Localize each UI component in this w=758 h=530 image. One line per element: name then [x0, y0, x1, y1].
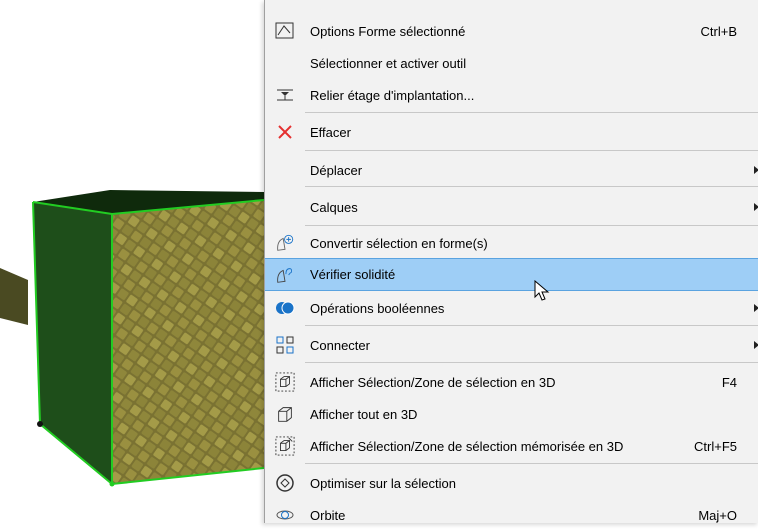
menu-item-convert-to-shape[interactable]: Convertir sélection en forme(s) — [265, 228, 758, 258]
menu-item-label: Afficher Sélection/Zone de sélection en … — [310, 374, 556, 390]
box-front-face — [112, 200, 264, 484]
orbit-icon — [275, 505, 295, 525]
menu-item-label: Déplacer — [310, 162, 363, 178]
menu-item-label: Relier étage d'implantation... — [310, 87, 475, 103]
check-solidity-icon — [275, 265, 295, 285]
link-story-icon — [275, 85, 295, 105]
boolean-operations-icon — [275, 298, 295, 318]
menu-item-label: Afficher tout en 3D — [310, 406, 418, 422]
menu-item-boolean-operations[interactable]: Opérations booléennes — [265, 293, 758, 323]
menu-item-check-solidity[interactable]: Vérifier solidité — [265, 258, 758, 291]
fit-to-selection-icon — [275, 473, 295, 493]
menu-item-label: Connecter — [310, 337, 370, 353]
menu-item-label: Opérations booléennes — [310, 300, 445, 316]
menu-item-shortcut: Ctrl+F5 — [694, 438, 737, 454]
menu-separator — [305, 362, 758, 363]
menu-separator — [305, 463, 758, 464]
menu-item-label: Options Forme sélectionné — [310, 23, 466, 39]
show-all-3d-icon — [275, 404, 295, 424]
menu-item-delete[interactable]: Effacer — [265, 117, 758, 147]
submenu-arrow-icon — [754, 341, 758, 349]
menu-item-label: Afficher Sélection/Zone de sélection mém… — [310, 438, 624, 454]
delete-x-icon — [275, 122, 295, 142]
menu-item-shortcut: F4 — [721, 374, 737, 390]
menu-separator — [305, 150, 758, 151]
menu-item-orbit[interactable]: Orbite Maj+O — [265, 500, 758, 530]
submenu-arrow-icon — [754, 166, 758, 174]
menu-item-label: Orbite — [310, 507, 346, 523]
box-left-face — [33, 202, 112, 484]
submenu-arrow-icon — [754, 304, 758, 312]
context-menu: Options Forme sélectionné Ctrl+B Sélecti… — [264, 0, 758, 523]
menu-item-shortcut: Ctrl+B — [700, 23, 737, 39]
menu-item-connect[interactable]: Connecter — [265, 330, 758, 360]
menu-item-label: Effacer — [310, 124, 351, 140]
menu-item-label: Convertir sélection en forme(s) — [310, 235, 488, 251]
menu-item-shortcut: Maj+O — [698, 507, 737, 523]
background-object — [0, 268, 28, 325]
menu-separator — [305, 186, 758, 187]
menu-item-fit-to-selection[interactable]: Optimiser sur la sélection — [265, 468, 758, 498]
menu-item-show-all-3d[interactable]: Afficher tout en 3D — [265, 399, 758, 429]
show-stored-selection-3d-icon — [275, 436, 295, 456]
menu-item-show-stored-selection-3d[interactable]: Afficher Sélection/Zone de sélection mém… — [265, 431, 758, 461]
convert-to-shape-icon — [275, 233, 295, 253]
menu-item-link-story[interactable]: Relier étage d'implantation... — [265, 80, 758, 110]
show-selection-3d-icon — [275, 372, 295, 392]
menu-separator — [305, 112, 758, 113]
menu-item-label: Vérifier solidité — [310, 267, 396, 282]
menu-item-label: Optimiser sur la sélection — [310, 475, 456, 491]
selection-hotspot[interactable] — [37, 421, 43, 427]
menu-item-select-activate-tool[interactable]: Sélectionner et activer outil — [265, 48, 758, 78]
selection-hotspot-2[interactable] — [109, 481, 115, 487]
menu-item-show-selection-3d[interactable]: Afficher Sélection/Zone de sélection en … — [265, 367, 758, 397]
connect-icon — [275, 335, 295, 355]
menu-separator — [305, 225, 758, 226]
menu-item-label: Calques — [310, 199, 358, 215]
shape-options-icon — [275, 21, 295, 41]
menu-separator — [305, 325, 758, 326]
menu-item-layers[interactable]: Calques — [265, 192, 758, 222]
menu-item-label: Sélectionner et activer outil — [310, 55, 467, 71]
mouse-cursor-icon — [534, 280, 550, 301]
menu-item-shape-options[interactable]: Options Forme sélectionné Ctrl+B — [265, 16, 758, 46]
menu-item-move[interactable]: Déplacer — [265, 155, 758, 185]
submenu-arrow-icon — [754, 203, 758, 211]
